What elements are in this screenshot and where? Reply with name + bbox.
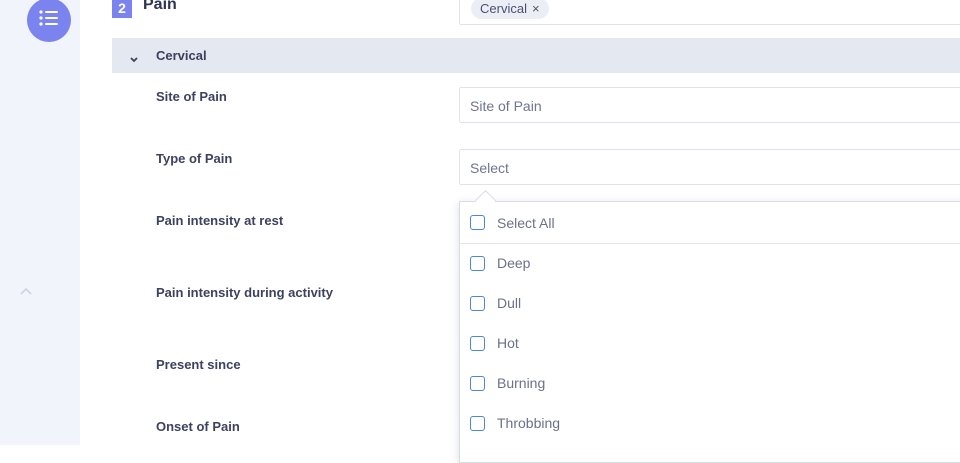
- remove-chip-icon[interactable]: ×: [532, 1, 540, 16]
- option-label: Hot: [497, 335, 519, 351]
- checkbox[interactable]: [470, 415, 485, 431]
- checkbox[interactable]: [470, 215, 485, 230]
- sidebar: [0, 0, 80, 445]
- region-chip: Cervical ×: [471, 0, 549, 19]
- chevron-up-icon[interactable]: [19, 283, 33, 295]
- type-of-pain-placeholder: Select: [470, 160, 509, 176]
- checkbox[interactable]: [470, 335, 485, 351]
- option-label: Burning: [497, 375, 546, 391]
- option-label: Select All: [497, 214, 555, 231]
- chevron-down-icon[interactable]: [129, 51, 139, 63]
- type-of-pain-select[interactable]: Select: [459, 149, 960, 185]
- cervical-group-header[interactable]: Cervical: [112, 38, 960, 73]
- option-dull[interactable]: Dull: [460, 283, 960, 323]
- type-of-pain-dropdown: Select All Deep Dull Hot Burning Throbbi…: [459, 201, 960, 463]
- present-since-label: Present since: [156, 357, 241, 372]
- option-label: Dull: [497, 295, 522, 311]
- checkbox[interactable]: [470, 255, 485, 271]
- onset-of-pain-label: Onset of Pain: [156, 419, 240, 434]
- checkbox[interactable]: [470, 375, 485, 391]
- menu-button[interactable]: [27, 0, 71, 42]
- site-of-pain-input[interactable]: Site of Pain: [459, 87, 960, 123]
- site-of-pain-placeholder: Site of Pain: [470, 98, 542, 114]
- chip-label: Cervical: [480, 1, 527, 16]
- select-all-option[interactable]: Select All: [460, 202, 960, 244]
- site-of-pain-label: Site of Pain: [156, 89, 227, 104]
- section-number-badge: 2: [112, 0, 132, 18]
- option-burning[interactable]: Burning: [460, 363, 960, 403]
- option-hot[interactable]: Hot: [460, 323, 960, 363]
- pain-region-select[interactable]: Cervical ×: [459, 0, 960, 25]
- pain-intensity-rest-label: Pain intensity at rest: [156, 213, 284, 228]
- type-of-pain-label: Type of Pain: [156, 151, 233, 166]
- group-title: Cervical: [156, 48, 207, 63]
- section-title: Pain: [143, 0, 177, 13]
- pain-intensity-activity-label: Pain intensity during activity: [156, 285, 333, 300]
- option-throbbing[interactable]: Throbbing: [460, 403, 960, 443]
- list-icon: [38, 9, 60, 32]
- checkbox[interactable]: [470, 295, 485, 311]
- option-label: Deep: [497, 255, 531, 271]
- option-deep[interactable]: Deep: [460, 243, 960, 283]
- option-label: Throbbing: [497, 415, 561, 431]
